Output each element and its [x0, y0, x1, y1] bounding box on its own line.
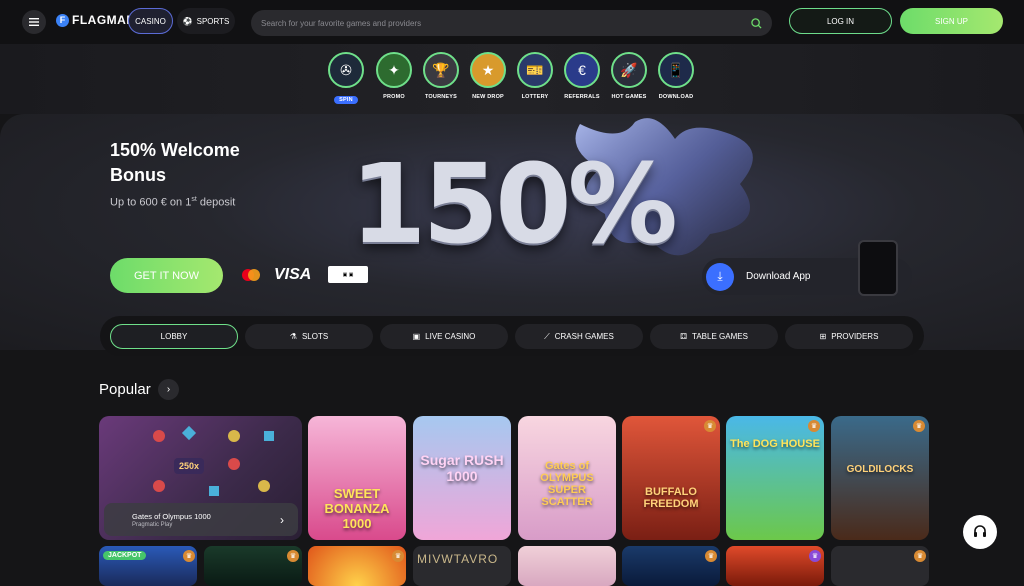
popular-section-title: Popular	[99, 381, 151, 398]
top-bar: F FLAGMAN CASINO ⚽ SPORTS Search for you…	[0, 0, 1024, 44]
award-icon: ♛	[913, 420, 925, 432]
hamburger-icon	[29, 18, 39, 26]
download-icon: 📱	[658, 52, 694, 88]
award-icon: ♛	[705, 550, 717, 562]
tab-lobby[interactable]: LOBBY	[110, 324, 238, 349]
game-card[interactable]: SWEET BONANZA 1000	[308, 416, 406, 540]
quick-link-label: HOT GAMES	[611, 94, 647, 100]
quick-link-spin[interactable]: ✇ SPIN	[321, 52, 371, 106]
quick-link-tourneys[interactable]: 🏆 TOURNEYS	[416, 52, 466, 100]
payment-logo: ▣ ▣	[328, 266, 368, 283]
chart-icon: ⟋	[544, 331, 550, 341]
tab-crash-games[interactable]: ⟋ CRASH GAMES	[515, 324, 643, 349]
hero-title: 150% Welcome Bonus	[110, 140, 240, 185]
signup-button[interactable]: SIGN UP	[900, 8, 1003, 34]
quick-link-referrals[interactable]: € REFERRALS	[557, 52, 607, 100]
wheel-icon: ✇	[328, 52, 364, 88]
new-drop-icon: ★	[470, 52, 506, 88]
referrals-icon: €	[564, 52, 600, 88]
game-card[interactable]	[308, 546, 406, 586]
quick-links-strip: ✇ SPIN ✦ PROMO 🏆 TOURNEYS ★ NEW DROP 🎫 L…	[0, 44, 1024, 114]
award-icon: ♛	[287, 550, 299, 562]
promo-icon: ✦	[376, 52, 412, 88]
game-card[interactable]: Gates of OLYMPUS SUPER SCATTER	[518, 416, 616, 540]
mastercard-icon	[242, 269, 260, 281]
quick-link-hot-games[interactable]: 🚀 HOT GAMES	[604, 52, 654, 100]
tab-slots[interactable]: ⚗ SLOTS	[245, 324, 373, 349]
phone-mockup	[858, 240, 898, 296]
rocket-icon: 🚀	[611, 52, 647, 88]
featured-game-info[interactable]: Gates of Olympus 1000 Pragmatic Play ›	[104, 503, 298, 536]
hero-subtitle: Up to 600 € on 1st deposit	[110, 196, 236, 209]
game-card[interactable]: Sugar RUSH 1000	[413, 416, 511, 540]
featured-game-provider: Pragmatic Play	[132, 521, 173, 528]
grid-icon: ⊞	[819, 332, 827, 341]
search-icon	[751, 17, 762, 29]
slots-icon: ⚗	[289, 332, 297, 341]
live-icon: ▣	[412, 332, 421, 341]
tab-table-games[interactable]: ⚃ TABLE GAMES	[650, 324, 778, 349]
logo-text: FLAGMAN	[72, 13, 136, 27]
chevron-right-icon: ›	[280, 512, 284, 527]
sports-label: SPORTS	[196, 16, 230, 26]
login-button[interactable]: LOG IN	[789, 8, 892, 34]
game-card[interactable]: ♛ GOLDILOCKS	[831, 416, 929, 540]
quick-link-label: NEW DROP	[472, 94, 504, 100]
quick-link-label: TOURNEYS	[424, 94, 458, 100]
support-chat-button[interactable]	[963, 515, 997, 549]
hamburger-menu-button[interactable]	[22, 10, 46, 34]
award-icon: ♛	[392, 550, 404, 562]
search-input[interactable]: Search for your favorite games and provi…	[261, 19, 751, 28]
download-app-label: Download App	[746, 271, 811, 282]
game-card[interactable]: MIVWTAVRO	[413, 546, 511, 586]
hero-big-number: 150%	[350, 140, 678, 268]
game-card[interactable]: ♛ The DOG HOUSE	[726, 416, 824, 540]
award-icon: ♛	[809, 550, 821, 562]
visa-logo: VISA	[274, 266, 312, 283]
tab-live-casino[interactable]: ▣ LIVE CASINO	[380, 324, 508, 349]
quick-link-lottery[interactable]: 🎫 LOTTERY	[510, 52, 560, 100]
cards-icon: ⚃	[680, 332, 688, 341]
chevron-right-icon: ›	[166, 384, 171, 395]
quick-link-new-drop[interactable]: ★ NEW DROP	[463, 52, 513, 100]
quick-link-label: PROMO	[383, 94, 405, 100]
quick-link-label: LOTTERY	[521, 94, 549, 100]
site-logo[interactable]: F FLAGMAN	[56, 13, 136, 27]
popular-more-button[interactable]: ›	[158, 379, 179, 400]
get-it-now-button[interactable]: GET IT NOW	[110, 258, 223, 293]
quick-link-download[interactable]: 📱 DOWNLOAD	[651, 52, 701, 100]
jackpot-badge: JACKPOT	[103, 551, 147, 560]
svg-text:250x: 250x	[179, 461, 199, 471]
featured-game-name: Gates of Olympus 1000	[132, 511, 211, 521]
tab-providers[interactable]: ⊞ PROVIDERS	[785, 324, 913, 349]
logo-mark: F	[56, 13, 69, 27]
quick-link-promo[interactable]: ✦ PROMO	[369, 52, 419, 100]
award-icon: ♛	[914, 550, 926, 562]
quick-link-label: DOWNLOAD	[658, 94, 694, 100]
download-arrow-icon: ⤓	[706, 262, 734, 291]
headset-icon	[974, 525, 986, 537]
quick-link-label: SPIN	[334, 96, 358, 104]
tab-sports[interactable]: ⚽ SPORTS	[177, 8, 235, 34]
tab-casino[interactable]: CASINO	[128, 8, 173, 34]
lottery-icon: 🎫	[517, 52, 553, 88]
game-card[interactable]: ♛ BUFFALO FREEDOM	[622, 416, 720, 540]
trophy-icon: 🏆	[423, 52, 459, 88]
game-card[interactable]	[518, 546, 616, 586]
quick-link-label: REFERRALS	[564, 94, 600, 100]
award-icon: ♛	[808, 420, 820, 432]
award-icon: ♛	[704, 420, 716, 432]
award-icon: ♛	[183, 550, 195, 562]
search-bar[interactable]: Search for your favorite games and provi…	[251, 10, 772, 36]
ball-icon: ⚽	[182, 16, 193, 26]
